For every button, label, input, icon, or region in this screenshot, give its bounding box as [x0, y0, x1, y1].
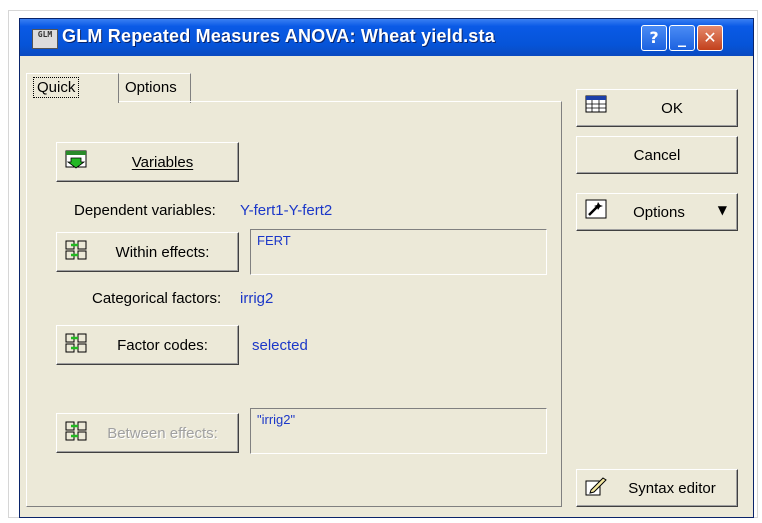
ok-button-label: OK: [661, 99, 683, 117]
variables-icon: [65, 150, 87, 169]
categorical-factors-label: Categorical factors:: [92, 290, 222, 307]
help-icon: ?: [649, 28, 659, 47]
factor-codes-icon: [65, 333, 87, 353]
variables-button[interactable]: Variables: [56, 142, 239, 182]
effects-grid-icon: [65, 240, 87, 260]
between-effects-button[interactable]: Between effects:: [56, 413, 239, 453]
variables-button-label: Variables: [131, 153, 194, 171]
title-bar[interactable]: GLM GLM Repeated Measures ANOVA: Wheat y…: [20, 19, 753, 56]
minimize-icon: _: [678, 28, 686, 47]
help-button[interactable]: ?: [641, 25, 667, 51]
spreadsheet-icon: [585, 95, 607, 113]
between-effects-button-label: Between effects:: [107, 424, 218, 442]
close-icon: ✕: [703, 28, 717, 47]
factor-codes-button[interactable]: Factor codes:: [56, 325, 239, 365]
between-effects-listbox[interactable]: "irrig2": [250, 408, 547, 454]
cancel-button[interactable]: Cancel: [576, 136, 738, 174]
ok-button[interactable]: OK: [576, 89, 738, 127]
within-effects-button-label: Within effects:: [115, 243, 210, 261]
tab-quick[interactable]: Quick: [26, 73, 119, 103]
options-wand-icon: [585, 199, 607, 219]
window-title: GLM Repeated Measures ANOVA: Wheat yield…: [62, 26, 495, 46]
dependent-variables-value: Y-fert1-Y-fert2: [240, 202, 333, 219]
factor-codes-value: selected: [252, 337, 308, 354]
factor-codes-button-label: Factor codes:: [117, 336, 208, 354]
dropdown-arrow-icon: ▼: [717, 203, 727, 217]
within-effects-listbox[interactable]: FERT: [250, 229, 547, 275]
minimize-button[interactable]: _: [669, 25, 695, 51]
categorical-factors-value: irrig2: [240, 290, 274, 307]
within-effects-button[interactable]: Within effects:: [56, 232, 239, 272]
syntax-editor-button-label: Syntax editor: [628, 479, 716, 497]
tab-quick-label: Quick: [33, 77, 80, 98]
close-button[interactable]: ✕: [697, 25, 723, 51]
syntax-editor-icon: [585, 477, 607, 496]
cancel-button-label: Cancel: [633, 146, 681, 164]
glm-app-icon: GLM: [32, 29, 58, 49]
between-effects-icon: [65, 421, 87, 441]
syntax-editor-button[interactable]: Syntax editor: [576, 469, 738, 507]
dependent-variables-label: Dependent variables:: [74, 202, 216, 219]
options-menu-button-label: Options: [633, 203, 685, 221]
app-icon-text: GLM: [37, 30, 53, 39]
options-menu-button[interactable]: Options ▼: [576, 193, 738, 231]
tab-options[interactable]: Options: [119, 73, 191, 103]
